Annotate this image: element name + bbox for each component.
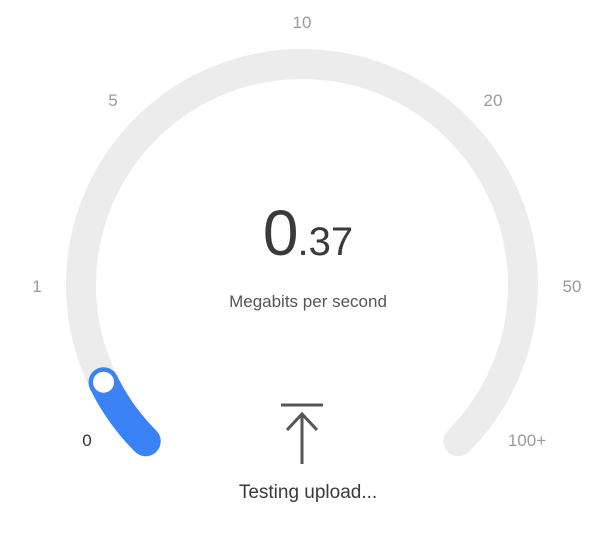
scale-label-20: 20 xyxy=(483,91,503,110)
speed-value-integer: 0 xyxy=(262,197,299,269)
speed-readout: 0.37 xyxy=(0,196,616,270)
gauge-indicator-knob xyxy=(90,368,118,396)
upload-arrow-icon xyxy=(281,403,323,464)
scale-label-5: 5 xyxy=(108,91,118,110)
status-text: Testing upload... xyxy=(238,482,378,503)
scale-label-100-plus: 100+ xyxy=(507,431,547,450)
speed-unit-label: Megabits per second xyxy=(229,292,387,311)
speed-value-decimal: .37 xyxy=(297,220,354,264)
speed-test-panel: 0 1 5 10 20 50 100+ 0.37 Megabits per se… xyxy=(0,0,616,534)
scale-label-0: 0 xyxy=(82,431,92,450)
scale-label-10: 10 xyxy=(292,13,312,32)
